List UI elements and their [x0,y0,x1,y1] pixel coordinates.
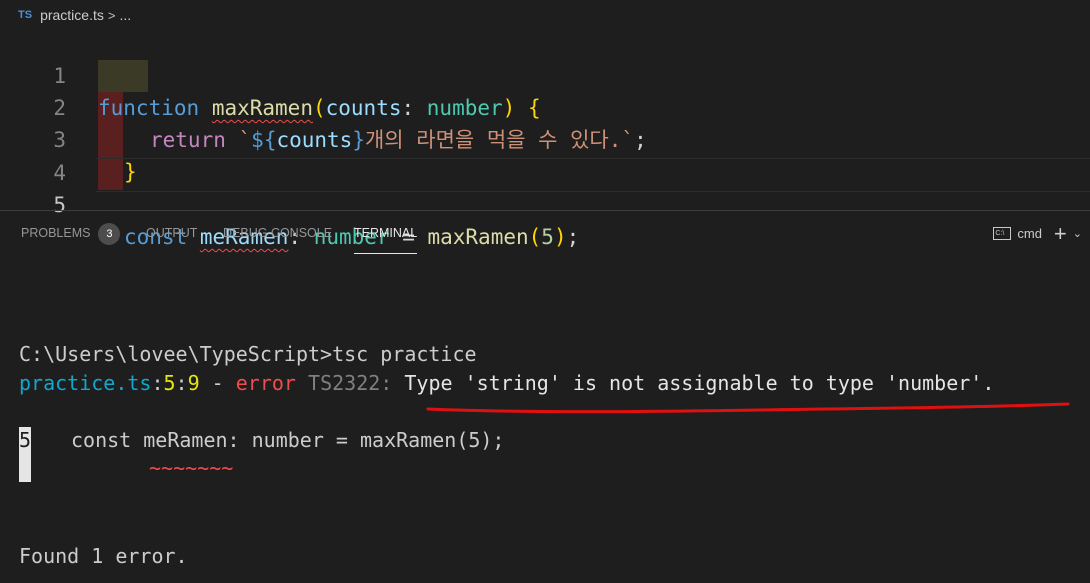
tab-debug-console[interactable]: DEBUG CONSOLE [223,211,332,256]
error-squiggle: ~~~~~~~ [149,456,234,480]
terminal-toolbar: C:\ cmd + ⌄ [993,211,1090,256]
tab-output[interactable]: OUTPUT [146,211,197,256]
code-editor[interactable]: 1 function maxRamen(counts: number) { 2 … [0,28,1090,249]
shell-label[interactable]: cmd [1017,226,1042,241]
tab-terminal[interactable]: TERMINAL [354,211,418,256]
breadcrumb-file[interactable]: practice.ts [40,7,104,23]
panel-tabs: PROBLEMS 3 OUTPUT DEBUG CONSOLE TERMINAL [0,211,1090,256]
chevron-right-icon: > [107,7,116,23]
code-line-5: 5 const meRamen: number = maxRamen(5); [0,157,1090,249]
breadcrumb-more[interactable]: ... [119,7,131,23]
breadcrumb: TS practice.ts > ... [0,0,1090,30]
typescript-icon: TS [18,9,33,21]
error-code-line: const meRamen: number = maxRamen(5); [71,428,505,452]
code-line-3: 3 } [0,92,1090,184]
terminal-summary-line: Found 1 error. [19,544,188,568]
problems-count-badge: 3 [98,222,121,245]
code-line-2: 2 return `${counts}개의 라면을 먹을 수 있다.`; [0,60,1090,152]
code-line-4: 4 [0,125,1090,185]
chevron-down-icon[interactable]: ⌄ [1073,227,1082,240]
error-gutter-number: 5 [19,428,32,452]
terminal-output[interactable]: C:\Users\lovee\TypeScript>tsc practice p… [0,256,1090,583]
tab-problems[interactable]: PROBLEMS 3 [21,211,121,256]
red-underline-annotation [426,402,1070,414]
code-line-1: 1 function maxRamen(counts: number) { [0,28,1090,120]
add-terminal-icon[interactable]: + [1054,221,1067,247]
terminal-shell-icon: C:\ [993,227,1012,240]
